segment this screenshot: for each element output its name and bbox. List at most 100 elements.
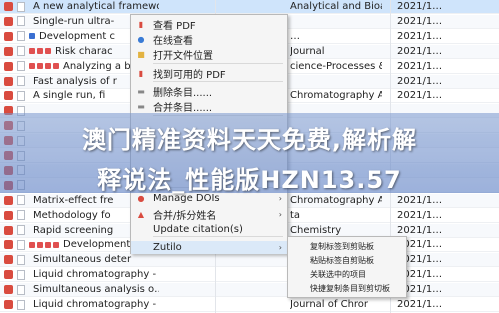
find-pdf-icon: ▮ xyxy=(138,69,144,78)
tag-color-dot xyxy=(29,48,35,55)
tag-color-dot xyxy=(53,241,59,248)
item-date: 2021/1… xyxy=(397,45,443,57)
item-date: 2021/1… xyxy=(397,90,443,102)
item-title: A new analytical framewo… xyxy=(33,1,159,12)
context-menu-label: 查看 PDF xyxy=(153,21,196,32)
item-publication: Chemistry xyxy=(290,224,342,236)
tag-color-dot xyxy=(37,48,43,55)
item-publication: Analytical and Bioanalytical Chemis… xyxy=(290,1,382,12)
context-menu-label: 找到可用的 PDF xyxy=(153,70,226,81)
attachment-icon xyxy=(4,195,13,205)
item-publication: Journal of Chror xyxy=(290,299,369,310)
item-title: Liquid chromatography - … M… xyxy=(33,299,159,310)
document-icon xyxy=(17,90,25,101)
tag-color-dot xyxy=(37,241,43,248)
chevron-right-icon: › xyxy=(278,194,282,203)
blank-icon xyxy=(136,225,146,235)
document-icon xyxy=(17,16,25,27)
attachment-icon xyxy=(4,210,13,220)
item-date: 2021/1… xyxy=(397,194,443,206)
tag-color-dot xyxy=(29,63,35,70)
menu-separator xyxy=(153,236,283,237)
zutilo-submenu: 复制标签到剪贴板 粘贴标签自剪贴板 关联选中的项目快捷复制条目到剪切板 xyxy=(287,236,407,298)
menu-separator xyxy=(153,63,283,64)
context-menu-item[interactable]: ▮ 找到可用的 PDF xyxy=(131,67,287,81)
document-icon xyxy=(17,31,25,42)
names-icon: ▲ xyxy=(137,210,145,219)
trash-icon: ▬ xyxy=(137,87,145,96)
document-icon xyxy=(17,269,25,280)
tag-color-dot xyxy=(45,48,51,55)
submenu-item[interactable]: 快捷复制条目到剪切板 xyxy=(310,282,390,294)
tag-color-dot xyxy=(45,241,51,248)
submenu-item[interactable]: 关联选中的项目 xyxy=(310,268,366,280)
document-icon xyxy=(17,1,25,12)
context-menu-item[interactable]: ▮ 查看 PDF xyxy=(131,18,287,32)
tag-colors xyxy=(29,63,59,70)
merge-icon: ▬ xyxy=(137,102,145,111)
item-date: 2021/1… xyxy=(397,15,443,27)
context-menu-item[interactable]: ▬ 删除条目...... xyxy=(131,85,287,99)
item-publication: … xyxy=(290,30,300,42)
document-icon xyxy=(17,284,25,295)
context-menu-label: 在线查看 xyxy=(153,36,193,47)
context-menu-label: 删除条目...... xyxy=(153,88,213,99)
menu-separator xyxy=(153,81,283,82)
tag-color-dot xyxy=(45,63,51,70)
context-menu-label: Update citation(s) xyxy=(153,224,243,235)
document-icon xyxy=(17,254,25,265)
item-title: Simultaneous analysis o… Xi… xyxy=(33,284,159,296)
item-title: Liquid chromatography - … Al… xyxy=(33,269,159,281)
submenu-item[interactable]: 粘贴标签自剪贴板 xyxy=(310,254,374,266)
watermark-line-2: 释说法_性能版HZN13.57 xyxy=(97,166,402,194)
item-title: Simultaneous deter xyxy=(33,254,132,266)
attachment-icon xyxy=(4,91,13,101)
attachment-icon xyxy=(4,2,13,11)
table-row[interactable]: Simultaneous analysis o… Xi…Analytica Ch… xyxy=(0,283,499,298)
item-date: 2021/1… xyxy=(397,224,443,236)
context-menu-label: Zutilo xyxy=(153,242,182,253)
table-row[interactable]: Liquid chromatography - … Al…Journal of … xyxy=(0,268,499,283)
attachment-icon xyxy=(4,46,13,56)
attachment-icon xyxy=(4,31,13,41)
item-publication: Chromatography A xyxy=(290,90,382,102)
context-menu-item[interactable]: ▲ 合并/拆分姓名 › xyxy=(131,208,287,222)
table-row[interactable]: Simultaneous deter 2021/1… xyxy=(0,253,499,268)
tag-colors xyxy=(29,241,59,248)
item-date: 2021/1… xyxy=(397,1,443,12)
tag-colors xyxy=(29,33,35,40)
attachment-icon xyxy=(4,285,13,295)
context-menu-item[interactable]: ■ 打开文件位置 xyxy=(131,48,287,62)
document-icon xyxy=(17,195,25,206)
item-publication: Journal xyxy=(290,45,325,57)
context-menu-item[interactable]: Update citation(s) xyxy=(131,223,287,236)
context-menu-label: 打开文件位置 xyxy=(153,51,213,62)
table-row[interactable]: A new analytical framewo… Analytical and … xyxy=(0,0,499,14)
document-icon xyxy=(17,61,25,72)
table-row[interactable]: Liquid chromatography - … M… Journal of C… xyxy=(0,298,499,312)
attachment-icon xyxy=(4,300,13,309)
submenu-item[interactable]: 复制标签到剪贴板 xyxy=(310,240,374,252)
blank-icon xyxy=(136,243,146,253)
context-menu-item[interactable]: ● 在线查看 xyxy=(131,33,287,47)
globe-icon: ● xyxy=(137,35,145,44)
tag-color-dot xyxy=(29,241,35,248)
context-menu-item[interactable]: Zutilo › xyxy=(131,241,287,254)
chevron-right-icon: › xyxy=(278,210,282,219)
context-menu-label: 合并条目...... xyxy=(153,103,213,114)
context-menu-item[interactable]: ▬ 合并条目...... xyxy=(131,100,287,114)
attachment-icon xyxy=(4,270,13,280)
chevron-right-icon: › xyxy=(278,243,282,252)
item-publication: Chromatography A xyxy=(290,194,382,206)
tag-color-dot xyxy=(37,63,43,70)
item-date: 2021/1… xyxy=(397,299,443,310)
document-icon xyxy=(17,239,25,250)
item-date: 2021/1… xyxy=(397,75,443,87)
attachment-icon xyxy=(4,61,13,71)
attachment-icon xyxy=(4,76,13,86)
attachment-icon xyxy=(4,255,13,265)
document-icon xyxy=(17,46,25,57)
attachment-icon xyxy=(4,240,13,250)
pdf-icon: ▮ xyxy=(138,20,144,29)
doi-icon: ● xyxy=(137,194,145,203)
